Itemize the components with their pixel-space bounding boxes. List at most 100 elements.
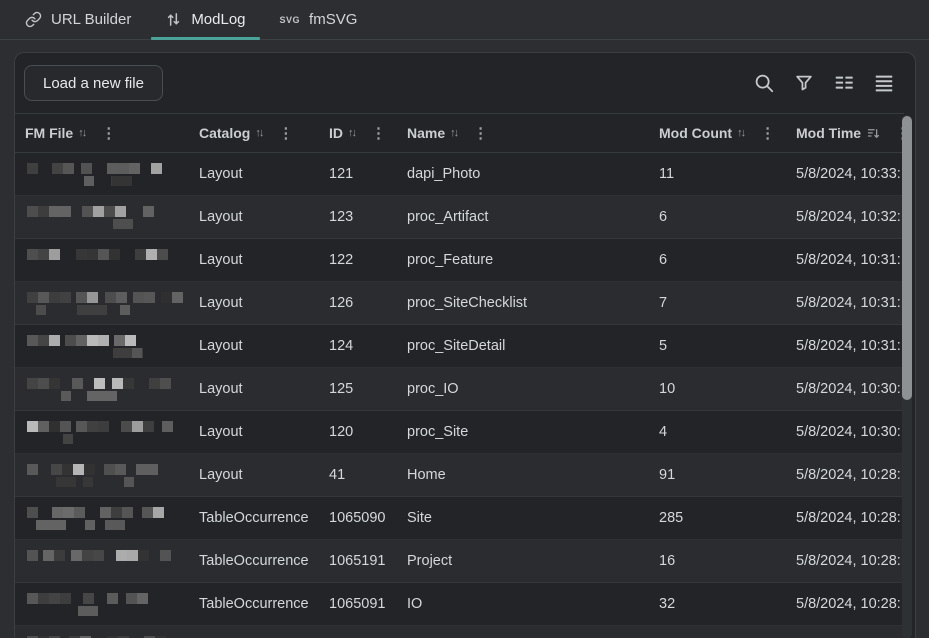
redacted-pixel-block [38,249,49,260]
cell-mod-time: 5/8/2024, 10:33: [786,166,901,182]
table-row[interactable]: Layout125proc_IO105/8/2024, 10:30: [15,368,904,411]
table-row[interactable]: Layout120proc_Site45/8/2024, 10:30: [15,411,904,454]
table-row[interactable]: Layout124proc_SiteDetail55/8/2024, 10:31… [15,325,904,368]
redacted-pixel-block [122,507,133,518]
tab-fmsvg[interactable]: SVG fmSVG [266,0,372,39]
cell-mod-time: 5/8/2024, 10:31: [786,252,901,268]
redacted-pixel-block [60,421,71,432]
table-row[interactable]: TableOccurrence1065092Photo235/8/2024, 1… [15,626,904,638]
cell-id: 120 [319,424,397,440]
redacted-pixel-block [27,550,38,561]
redacted-pixel-block [49,206,60,217]
tab-url-builder[interactable]: URL Builder [11,0,145,39]
vertical-scrollbar-track[interactable] [902,115,912,638]
redacted-pixel-block [43,550,54,561]
svg-badge-icon: SVG [280,15,301,25]
redacted-pixel-block [62,464,73,475]
column-header-catalog[interactable]: Catalog ↑↓ ⋮ [189,125,319,141]
cell-mod-time: 5/8/2024, 10:28: [786,596,901,612]
table-row[interactable]: Layout41Home915/8/2024, 10:28: [15,454,904,497]
redacted-pixel-block [133,292,144,303]
redacted-pixel-block [73,464,84,475]
redaction-mosaic [25,633,183,638]
column-menu-icon[interactable]: ⋮ [371,126,386,141]
table-row[interactable]: TableOccurrence1065091IO325/8/2024, 10:2… [15,583,904,626]
column-header-mod-time[interactable]: Mod Time ⋮ [786,125,904,141]
table-row[interactable]: Layout123proc_Artifact65/8/2024, 10:32: [15,196,904,239]
search-icon[interactable] [751,70,777,96]
redacted-pixel-block [93,206,104,217]
table-row[interactable]: Layout121dapi_Photo115/8/2024, 10:33: [15,153,904,196]
redacted-pixel-block [49,378,60,389]
cell-name: Home [397,467,649,483]
redacted-pixel-block [105,292,116,303]
column-menu-icon[interactable]: ⋮ [101,126,116,141]
column-list-icon[interactable] [831,70,857,96]
swap-vertical-icon [165,11,182,28]
cell-mod-count: 6 [649,209,786,225]
cell-mod-count: 4 [649,424,786,440]
sort-arrows-icon[interactable]: ↑↓ [450,127,459,139]
redacted-pixel-block [107,593,118,604]
column-header-mod-count[interactable]: Mod Count ↑↓ ⋮ [649,125,786,141]
redacted-pixel-block [143,206,154,217]
column-label: Catalog [199,125,250,141]
redacted-pixel-block [38,593,49,604]
redacted-pixel-block [115,464,126,475]
redacted-pixel-block [111,507,122,518]
redacted-pixel-block [27,464,38,475]
modlog-panel: Load a new file [14,52,916,638]
table-body: Layout121dapi_Photo115/8/2024, 10:33:Lay… [15,153,904,638]
redacted-pixel-block [132,348,142,358]
table-row[interactable]: TableOccurrence1065090Site2855/8/2024, 1… [15,497,904,540]
redacted-pixel-block [120,305,130,315]
column-label: ID [329,125,343,141]
table-row[interactable]: Layout126proc_SiteChecklist75/8/2024, 10… [15,282,904,325]
redacted-pixel-block [27,292,38,303]
tab-label: URL Builder [51,11,131,28]
tab-modlog[interactable]: ModLog [151,0,259,39]
redacted-pixel-block [162,421,173,432]
redacted-pixel-block [94,378,105,389]
sort-descending-icon[interactable] [866,126,881,141]
column-menu-icon[interactable]: ⋮ [473,126,488,141]
table-row[interactable]: Layout122proc_Feature65/8/2024, 10:31: [15,239,904,282]
redacted-pixel-block [60,206,71,217]
redacted-pixel-block [107,163,118,174]
cell-name: proc_SiteDetail [397,338,649,354]
column-header-id[interactable]: ID ↑↓ ⋮ [319,125,397,141]
redacted-pixel-block [49,335,60,346]
sort-arrows-icon[interactable]: ↑↓ [255,127,264,139]
vertical-scrollbar-thumb[interactable] [902,116,912,400]
redacted-pixel-block [123,378,134,389]
column-header-fm-file[interactable]: FM File ↑↓ ⋮ [15,125,189,141]
cell-mod-time: 5/8/2024, 10:32: [786,209,901,225]
redacted-pixel-block [38,421,49,432]
sort-arrows-icon[interactable]: ↑↓ [348,127,357,139]
cell-fm-file-redacted [15,461,189,489]
redacted-pixel-block [38,378,49,389]
redacted-pixel-block [116,292,127,303]
redaction-mosaic [25,418,183,446]
redacted-pixel-block [114,335,125,346]
cell-fm-file-redacted [15,418,189,446]
redacted-pixel-block [125,335,136,346]
table-row[interactable]: TableOccurrence1065191Project165/8/2024,… [15,540,904,583]
redacted-pixel-block [27,507,38,518]
menu-icon[interactable] [871,70,897,96]
redacted-pixel-block [27,378,38,389]
load-file-button[interactable]: Load a new file [24,65,163,101]
sort-arrows-icon[interactable]: ↑↓ [737,127,746,139]
sort-arrows-icon[interactable]: ↑↓ [78,127,87,139]
column-menu-icon[interactable]: ⋮ [760,126,775,141]
redacted-pixel-block [84,176,94,186]
redaction-mosaic [25,289,183,317]
redaction-mosaic [25,461,183,489]
column-header-name[interactable]: Name ↑↓ ⋮ [397,125,649,141]
cell-catalog: Layout [189,381,319,397]
column-label: FM File [25,125,73,141]
filter-icon[interactable] [791,70,817,96]
column-menu-icon[interactable]: ⋮ [278,126,293,141]
redacted-pixel-block [54,550,65,561]
redacted-pixel-block [129,163,140,174]
